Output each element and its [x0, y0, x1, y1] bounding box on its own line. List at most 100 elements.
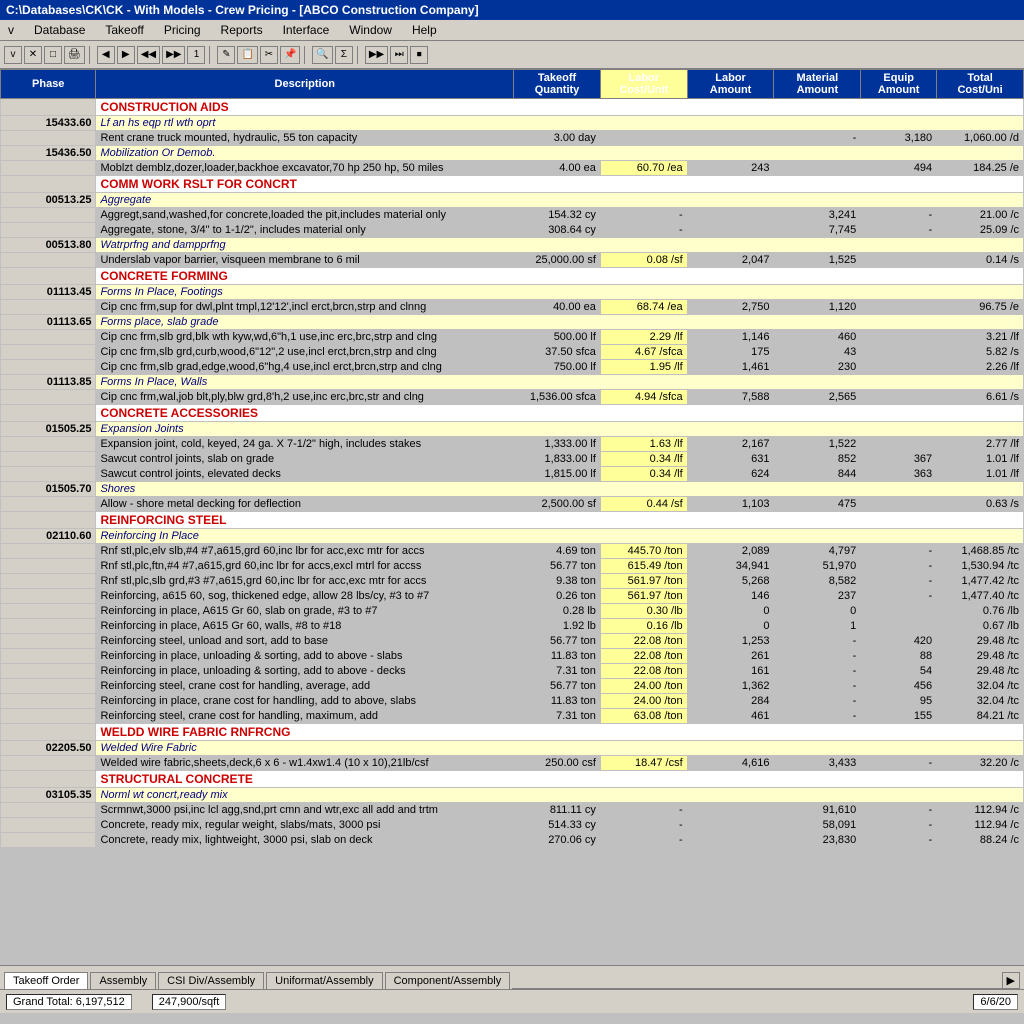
table-row[interactable]: Reinforcing in place, A615 Gr 60, walls,… — [1, 619, 1024, 634]
table-row[interactable]: Moblzt demblz,dozer,loader,backhoe excav… — [1, 161, 1024, 176]
table-row[interactable]: Sawcut control joints, slab on grade 1,8… — [1, 452, 1024, 467]
labor-amt-cell: 1,253 — [687, 634, 774, 649]
scroll-right[interactable]: ▶ — [1002, 972, 1020, 989]
material-cell: 1,525 — [774, 253, 861, 268]
table-row[interactable]: Cip cnc frm,slb grd,blk wth kyw,wd,6"h,1… — [1, 330, 1024, 345]
btn-print[interactable]: 🖨 — [64, 46, 85, 64]
table-row[interactable]: Aggregate, stone, 3/4" to 1-1/2", includ… — [1, 223, 1024, 238]
table-row[interactable]: Cip cnc frm,slb grad,edge,wood,6"hg,4 us… — [1, 360, 1024, 375]
menu-pricing[interactable]: Pricing — [160, 22, 205, 38]
table-row[interactable]: Reinforcing steel, crane cost for handli… — [1, 679, 1024, 694]
btn-stop[interactable]: ⏹ — [410, 46, 428, 64]
table-row[interactable]: Concrete, ready mix, regular weight, sla… — [1, 818, 1024, 833]
desc-cell: Reinforcing in place, unloading & sortin… — [96, 664, 514, 679]
table-row[interactable]: Cip cnc frm,sup for dwl,plnt tmpl,12'12'… — [1, 300, 1024, 315]
table-row[interactable]: Reinforcing, a615 60, sog, thickened edg… — [1, 589, 1024, 604]
table-row[interactable]: Sawcut control joints, elevated decks 1,… — [1, 467, 1024, 482]
qty-cell: 37.50 sfca — [514, 345, 601, 360]
table-row[interactable]: Aggregt,sand,washed,for concrete,loaded … — [1, 208, 1024, 223]
table-row[interactable]: Rnf stl,plc,ftn,#4 #7,a615,grd 60,inc lb… — [1, 559, 1024, 574]
menu-help[interactable]: Help — [408, 22, 441, 38]
tab-csi-div[interactable]: CSI Div/Assembly — [158, 972, 264, 989]
qty-cell: 0.28 lb — [514, 604, 601, 619]
material-cell: 43 — [774, 345, 861, 360]
desc-cell: Moblzt demblz,dozer,loader,backhoe excav… — [96, 161, 514, 176]
table-row[interactable]: Underslab vapor barrier, visqueen membra… — [1, 253, 1024, 268]
btn-v[interactable]: v — [4, 46, 22, 64]
table-row[interactable]: Rnf stl,plc,slb grd,#3 #7,a615,grd 60,in… — [1, 574, 1024, 589]
table-row[interactable]: Cip cnc frm,slb grd,curb,wood,6"12",2 us… — [1, 345, 1024, 360]
col-total: TotalCost/Uni — [937, 70, 1024, 99]
btn-copy[interactable]: 📋 — [237, 46, 257, 64]
equip-cell — [861, 390, 937, 405]
sqft-value: 247,900/sqft — [152, 994, 227, 1010]
btn-close[interactable]: ✕ — [24, 46, 42, 64]
labor-amt-cell: 34,941 — [687, 559, 774, 574]
btn-first[interactable]: ◀◀ — [137, 46, 160, 64]
btn-next[interactable]: ▶ — [117, 46, 135, 64]
menu-database[interactable]: Database — [30, 22, 89, 38]
table-row[interactable]: Reinforcing in place, unloading & sortin… — [1, 664, 1024, 679]
total-cell: 1,530.94 /tc — [937, 559, 1024, 574]
tab-takeoff-order[interactable]: Takeoff Order — [4, 972, 88, 989]
btn-last[interactable]: ▶▶ — [162, 46, 185, 64]
sep3 — [304, 46, 308, 64]
material-cell: 58,091 — [774, 818, 861, 833]
tab-component[interactable]: Component/Assembly — [385, 972, 511, 989]
section-label: STRUCTURAL CONCRETE — [96, 771, 1024, 788]
btn-cut[interactable]: ✂ — [260, 46, 278, 64]
menu-interface[interactable]: Interface — [279, 22, 334, 38]
desc-cell: Expansion joint, cold, keyed, 24 ga. X 7… — [96, 437, 514, 452]
btn-end[interactable]: ⏭ — [390, 46, 408, 64]
phase-cell: 02205.50 — [1, 741, 96, 756]
table-row: 02205.50 Welded Wire Fabric — [1, 741, 1024, 756]
desc-cell: Reinforcing in place, unloading & sortin… — [96, 649, 514, 664]
btn-prev[interactable]: ◀ — [97, 46, 115, 64]
table-row[interactable]: Reinforcing in place, crane cost for han… — [1, 694, 1024, 709]
qty-cell: 7.31 ton — [514, 709, 601, 724]
menu-reports[interactable]: Reports — [217, 22, 267, 38]
btn-ff[interactable]: ▶▶ — [365, 46, 388, 64]
labor-cost-cell — [600, 131, 687, 146]
section-label: REINFORCING STEEL — [96, 512, 1024, 529]
table-row[interactable]: Reinforcing in place, unloading & sortin… — [1, 649, 1024, 664]
subsection-label: Reinforcing In Place — [96, 529, 1024, 544]
material-cell: 460 — [774, 330, 861, 345]
btn-1[interactable]: 1 — [187, 46, 205, 64]
labor-cost-cell: 4.94 /sfca — [600, 390, 687, 405]
labor-cost-cell: 68.74 /ea — [600, 300, 687, 315]
menu-v[interactable]: v — [4, 22, 18, 38]
sep4 — [357, 46, 361, 64]
table-row[interactable]: Concrete, ready mix, lightweight, 3000 p… — [1, 833, 1024, 848]
qty-cell: 308.64 cy — [514, 223, 601, 238]
btn-sum[interactable]: Σ — [335, 46, 353, 64]
table-row[interactable]: Rent crane truck mounted, hydraulic, 55 … — [1, 131, 1024, 146]
table-row[interactable]: Scrmnwt,3000 psi,inc lcl agg,snd,prt cmn… — [1, 803, 1024, 818]
table-row[interactable]: Reinforcing steel, crane cost for handli… — [1, 709, 1024, 724]
table-row[interactable]: Allow - shore metal decking for deflecti… — [1, 497, 1024, 512]
phase-cell — [1, 634, 96, 649]
btn-search[interactable]: 🔍 — [312, 46, 332, 64]
section-label: CONCRETE FORMING — [96, 268, 1024, 285]
col-description: Description — [96, 70, 514, 99]
labor-amt-cell: 1,146 — [687, 330, 774, 345]
table-row[interactable]: Expansion joint, cold, keyed, 24 ga. X 7… — [1, 437, 1024, 452]
menu-window[interactable]: Window — [345, 22, 396, 38]
table-row: 01113.65 Forms place, slab grade — [1, 315, 1024, 330]
total-cell: 6.61 /s — [937, 390, 1024, 405]
tab-assembly[interactable]: Assembly — [90, 972, 156, 989]
btn-edit[interactable]: ✎ — [217, 46, 235, 64]
table-row[interactable]: Welded wire fabric,sheets,deck,6 x 6 - w… — [1, 756, 1024, 771]
btn-paste[interactable]: 📌 — [280, 46, 300, 64]
btn-max[interactable]: □ — [44, 46, 62, 64]
equip-cell — [861, 437, 937, 452]
table-row[interactable]: Cip cnc frm,wal,job blt,ply,blw grd,8'h,… — [1, 390, 1024, 405]
material-cell — [774, 161, 861, 176]
table-row[interactable]: Rnf stl,plc,elv slb,#4 #7,a615,grd 60,in… — [1, 544, 1024, 559]
table-row[interactable]: Reinforcing steel, unload and sort, add … — [1, 634, 1024, 649]
menu-takeoff[interactable]: Takeoff — [101, 22, 147, 38]
tab-uniformat[interactable]: Uniformat/Assembly — [266, 972, 382, 989]
table-row[interactable]: Reinforcing in place, A615 Gr 60, slab o… — [1, 604, 1024, 619]
material-cell: 1,522 — [774, 437, 861, 452]
material-cell: - — [774, 634, 861, 649]
